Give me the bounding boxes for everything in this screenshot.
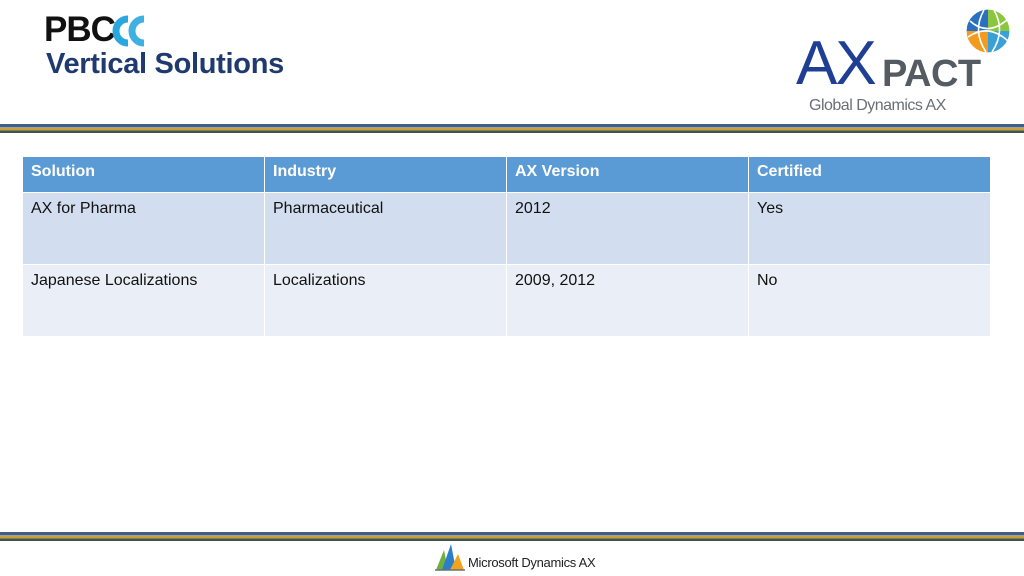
column-header-industry: Industry [264, 156, 507, 193]
footer-product-name: Microsoft Dynamics AX [468, 555, 596, 570]
header-divider [0, 124, 1024, 133]
axpact-tagline: Global Dynamics AX [809, 97, 946, 114]
table-row: AX for Pharma Pharmaceutical 2012 Yes [22, 192, 991, 265]
table-row: Japanese Localizations Localizations 200… [22, 264, 991, 337]
column-header-certified: Certified [748, 156, 991, 193]
microsoft-dynamics-ax-logo: Microsoft Dynamics AX [434, 540, 614, 574]
column-header-ax-version: AX Version [506, 156, 749, 193]
cell-industry: Pharmaceutical [264, 192, 507, 265]
pbc-c-mark-icon [112, 15, 145, 47]
vertical-solutions-table: Solution Industry AX Version Certified A… [22, 156, 991, 337]
dynamics-ax-logo-icon [435, 544, 465, 571]
axpact-logo-ax: AX [796, 29, 877, 98]
pbc-logo: PBC [44, 10, 154, 50]
cell-certified: Yes [748, 192, 991, 265]
table-header-row: Solution Industry AX Version Certified [22, 156, 991, 193]
cell-ax-version: 2009, 2012 [506, 264, 749, 337]
globe-icon [965, 8, 1011, 54]
axpact-logo: AX PACT Global Dynamics AX [790, 5, 1020, 120]
column-header-solution: Solution [22, 156, 265, 193]
page-title: Vertical Solutions [46, 48, 284, 80]
cell-solution: Japanese Localizations [22, 264, 265, 337]
cell-industry: Localizations [264, 264, 507, 337]
cell-ax-version: 2012 [506, 192, 749, 265]
cell-certified: No [748, 264, 991, 337]
cell-solution: AX for Pharma [22, 192, 265, 265]
pbc-logo-text: PBC [44, 10, 116, 49]
axpact-logo-pact: PACT [882, 53, 981, 95]
